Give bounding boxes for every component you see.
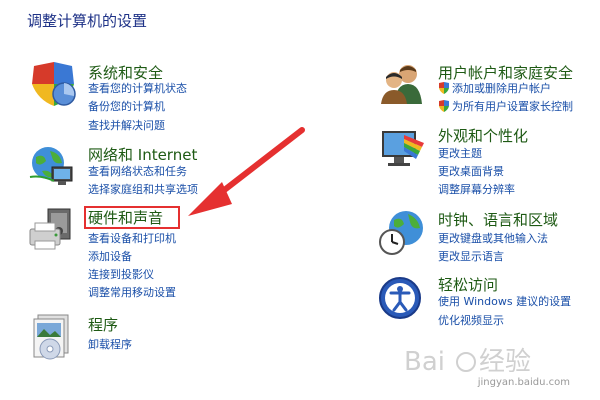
- svg-text:经验: 经验: [479, 347, 531, 377]
- watermark-url: jingyan.baidu.com: [477, 377, 570, 388]
- svg-text:Bai: Bai: [404, 347, 445, 377]
